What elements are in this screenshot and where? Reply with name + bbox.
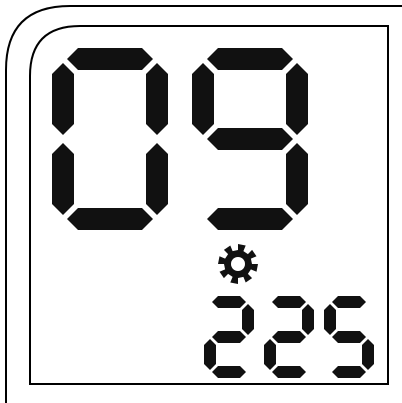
digit-0-segment-e [52,143,74,215]
digit-1-segment-g [272,331,306,343]
lcd-display [5,5,402,403]
digit-0-segment-a [67,48,153,70]
gear-icon [218,244,258,284]
digit-0-segment-b [242,304,254,335]
digit-0-segment-c [146,143,168,215]
digit-1-segment-g [207,128,293,150]
digit-1-segment-d [207,208,293,230]
digit-0-segment-a [212,296,246,308]
digit-0-segment-f [52,63,74,135]
digit-1-segment-b [286,63,308,135]
secondary-readout [204,296,374,378]
primary-readout [52,48,308,230]
digit-1-segment-f [192,63,214,135]
digit-2-segment-d [332,366,366,378]
digit-2-segment-g [332,331,366,343]
digit-1-segment-c [286,143,308,215]
digit-2-segment-c [362,339,374,370]
digit-0-segment-d [67,208,153,230]
digit-1-segment-b [302,304,314,335]
digit-1-segment-d [272,366,306,378]
digit-0-segment-b [146,63,168,135]
digit-2-segment-a [332,296,366,308]
digit-1-segment-e [264,339,276,370]
digit-0-segment-e [204,339,216,370]
digit-0-segment-g [212,331,246,343]
digit-1-segment-a [272,296,306,308]
gear-hole [231,257,245,271]
digit-1-segment-a [207,48,293,70]
digit-0-segment-d [212,366,246,378]
digit-2-segment-f [324,304,336,335]
